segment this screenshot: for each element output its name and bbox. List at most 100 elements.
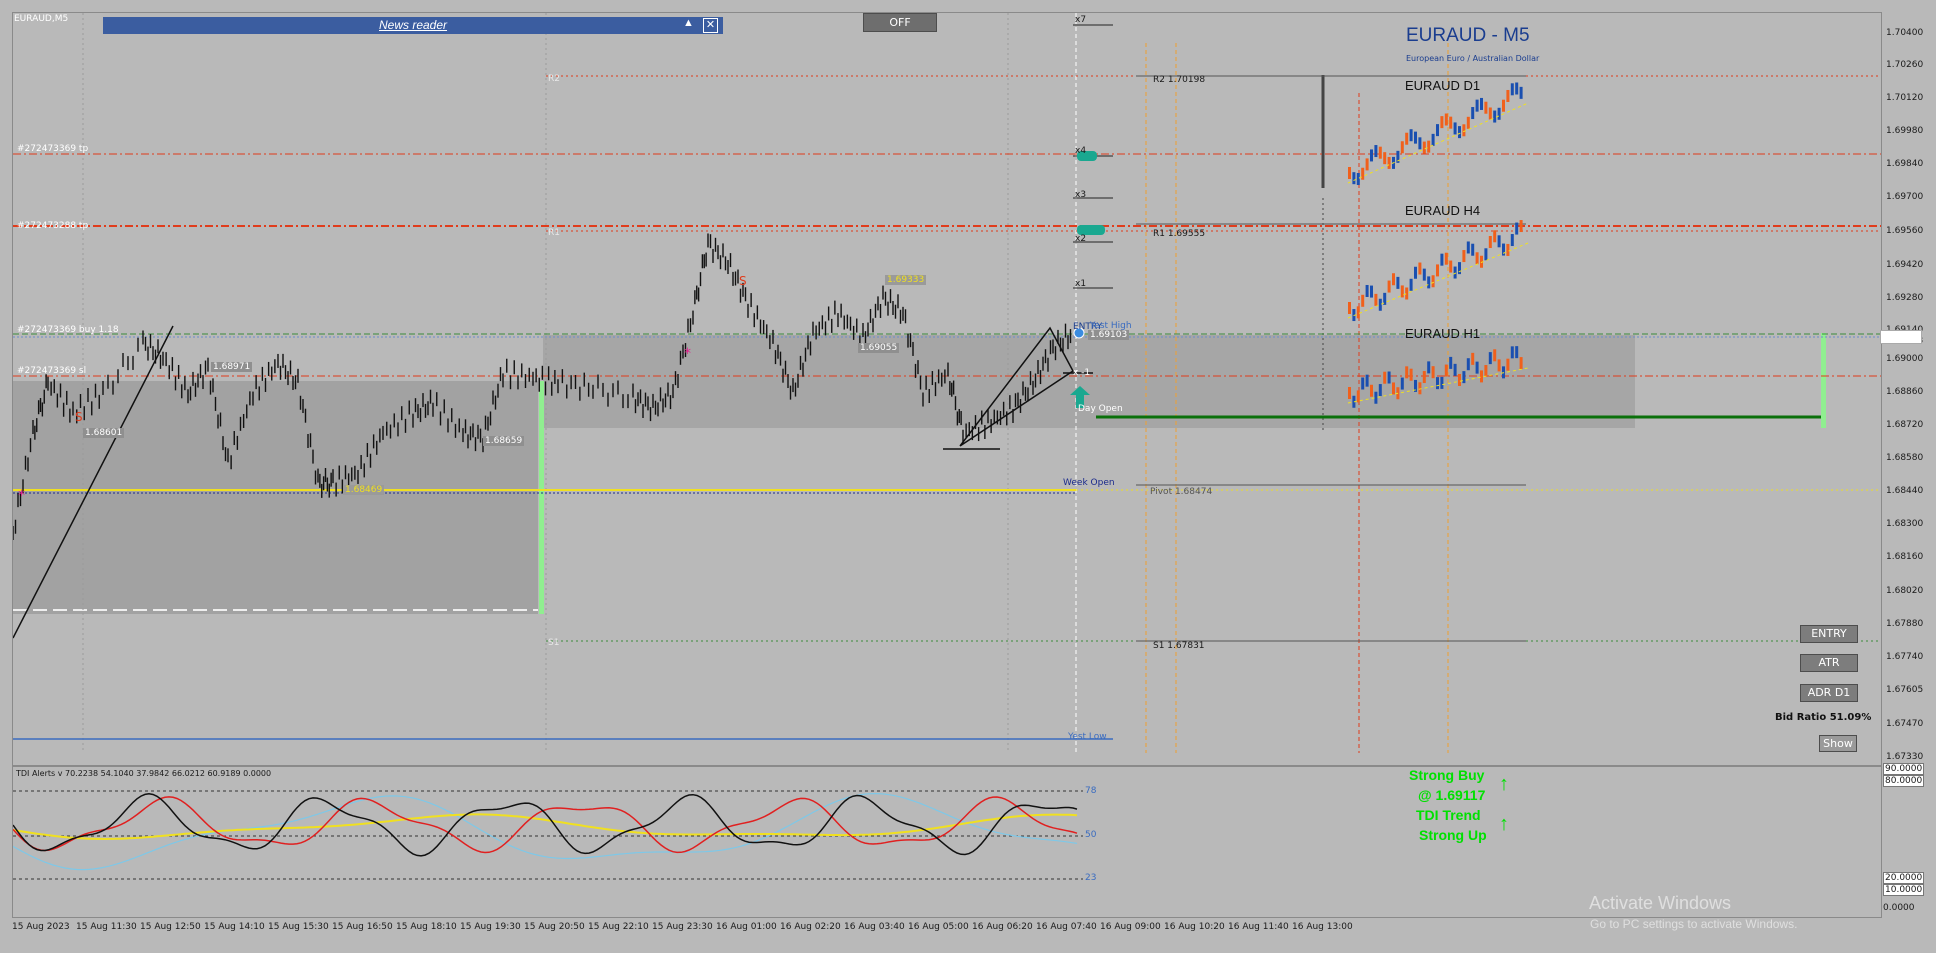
time-axis-tick: 15 Aug 12:50 xyxy=(140,922,201,932)
mini-candle xyxy=(1392,382,1395,395)
order-tp2-label[interactable]: #272473288 tp xyxy=(17,221,88,231)
tdi-axis-tick: 10.0000 xyxy=(1883,884,1925,896)
mini-candle xyxy=(1396,276,1400,289)
mini-candle xyxy=(1506,89,1510,102)
mini-candle xyxy=(1475,252,1479,265)
tdi-axis-tick: 0.0000 xyxy=(1883,903,1915,913)
mini-candle xyxy=(1488,352,1492,365)
price-axis-tick: 1.69840 xyxy=(1886,159,1924,169)
tdi-line xyxy=(12,796,1078,854)
mini-chart-d1 xyxy=(1347,82,1529,185)
mini-candle xyxy=(1502,99,1505,112)
mini-candle xyxy=(1387,371,1391,384)
time-axis-tick: 15 Aug 23:30 xyxy=(652,922,713,932)
mini-candle xyxy=(1361,377,1365,390)
time-axis-tick: 16 Aug 05:00 xyxy=(908,922,969,932)
collapse-icon[interactable]: ▲ xyxy=(683,17,694,29)
mini-candle xyxy=(1352,172,1356,185)
svg-text:S: S xyxy=(739,274,747,288)
mini-candle xyxy=(1488,107,1492,120)
mini-candle xyxy=(1462,250,1466,263)
mini-candle xyxy=(1466,116,1470,129)
mini-candle xyxy=(1374,145,1378,158)
price-label: 1.68659 xyxy=(483,436,525,446)
price-axis-tick: 1.69980 xyxy=(1886,126,1924,136)
mini-candle xyxy=(1449,116,1453,129)
tdi-axis-tick: 80.0000 xyxy=(1883,775,1925,787)
mini-candle xyxy=(1409,278,1413,291)
price-axis-tick: 1.67330 xyxy=(1886,752,1924,762)
news-reader-title[interactable]: News reader xyxy=(379,18,447,32)
mini-candle xyxy=(1378,298,1382,311)
time-axis-tick: 15 Aug 15:30 xyxy=(268,922,329,932)
price-axis-tick: 1.67470 xyxy=(1886,719,1924,729)
order-buy-label[interactable]: #272473369 buy 1.18 xyxy=(17,325,119,335)
adr-d1-button[interactable]: ADR D1 xyxy=(1800,684,1858,702)
range-box-left xyxy=(13,381,538,614)
price-label: 1.69333 xyxy=(885,275,927,285)
news-reader-bar[interactable]: News reader ▲ ✕ xyxy=(103,17,723,34)
mini-candle xyxy=(1392,273,1395,286)
mini-candle xyxy=(1519,220,1523,233)
symbol-tab[interactable]: EURAUD,M5 xyxy=(14,14,68,24)
time-axis-tick: 15 Aug 18:10 xyxy=(396,922,457,932)
pivot-r2-label: R2 1.70198 xyxy=(1153,75,1206,85)
time-axis-tick: 15 Aug 11:30 xyxy=(76,922,137,932)
time-axis-tick: 16 Aug 10:20 xyxy=(1164,922,1225,932)
tdi-level-50: 50 xyxy=(1085,830,1097,840)
price-axis-tick: 1.70120 xyxy=(1886,93,1924,103)
time-axis-tick: 16 Aug 03:40 xyxy=(844,922,905,932)
mini-candle xyxy=(1475,361,1479,374)
price-axis-tick: 1.68300 xyxy=(1886,519,1924,529)
mini-candle xyxy=(1414,131,1417,144)
mini-candle xyxy=(1422,268,1426,281)
mini-candle xyxy=(1458,126,1461,139)
order-tp1-label[interactable]: #272473369 tp xyxy=(17,144,88,154)
mini-candle xyxy=(1436,377,1439,390)
atr-button[interactable]: ATR xyxy=(1800,654,1858,672)
mini-candle xyxy=(1519,357,1523,370)
price-axis-tick: 1.68720 xyxy=(1886,420,1924,430)
mini-candle xyxy=(1370,149,1373,162)
price-axis-tick: 1.69280 xyxy=(1886,293,1924,303)
tdi-line xyxy=(12,793,1078,871)
mini-candle xyxy=(1378,146,1382,159)
time-axis-tick: 16 Aug 01:00 xyxy=(716,922,777,932)
chart-title: EURAUD - M5 xyxy=(1406,25,1530,46)
svg-text:*: * xyxy=(18,488,25,504)
mini-candle xyxy=(1471,107,1475,120)
off-button[interactable]: OFF xyxy=(863,13,937,32)
tdi-level-23: 23 xyxy=(1085,873,1097,883)
level-x1: x1 xyxy=(1075,279,1087,289)
mini-chart-h4 xyxy=(1347,220,1529,322)
close-icon[interactable]: ✕ xyxy=(703,18,718,33)
level-x4: x4 xyxy=(1075,146,1087,156)
mini-candle xyxy=(1515,82,1519,95)
mini-candle xyxy=(1440,253,1444,266)
price-axis-tick: 1.70260 xyxy=(1886,60,1924,70)
mini-candle xyxy=(1515,222,1519,235)
price-label: 1.69103 xyxy=(1088,330,1130,340)
show-button[interactable]: Show xyxy=(1819,735,1857,752)
order-sl-label[interactable]: #272473369 sl xyxy=(17,366,86,376)
mini-candle xyxy=(1374,293,1378,306)
tdi-axis-tick: 90.0000 xyxy=(1883,763,1925,775)
main-chart[interactable]: * * S S #272473369 tp #272473288 tp #272… xyxy=(12,12,1882,766)
entry-button[interactable]: ENTRY xyxy=(1800,625,1858,643)
price-axis-tick: 1.69000 xyxy=(1886,354,1924,364)
mini-candle xyxy=(1462,371,1466,384)
mini-candle xyxy=(1471,243,1475,256)
mini-candle xyxy=(1361,294,1365,307)
tdi-axis-tick: 20.0000 xyxy=(1883,872,1925,884)
level-week-open: Week Open xyxy=(1063,478,1115,488)
mini-candle xyxy=(1497,235,1501,248)
pivot-r2-short: R2 xyxy=(548,74,560,84)
mini-candle xyxy=(1506,243,1510,256)
mini-candle xyxy=(1409,129,1413,142)
price-axis-tick: 1.69420 xyxy=(1886,260,1924,270)
mini-candle xyxy=(1436,264,1439,277)
price-label: 1.68469 xyxy=(343,485,385,495)
green-bar-left xyxy=(539,381,544,614)
level-yest-low: Yest Low xyxy=(1068,732,1107,742)
mini-candle xyxy=(1370,384,1373,397)
